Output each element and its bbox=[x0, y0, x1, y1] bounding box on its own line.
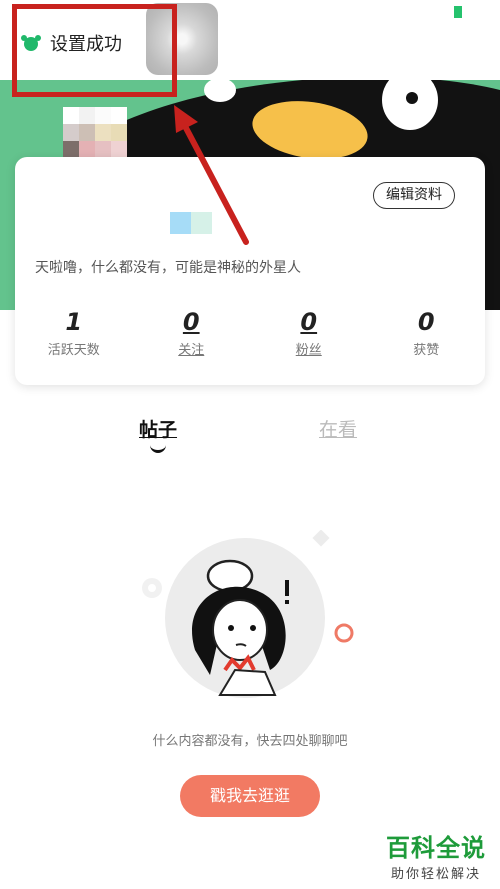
signal-icon bbox=[454, 6, 462, 18]
empty-state-illustration bbox=[142, 530, 354, 698]
stat-label[interactable]: 关注 bbox=[133, 339, 251, 358]
stat-likes: 0 获赞 bbox=[368, 307, 486, 358]
edit-profile-button[interactable]: 编辑资料 bbox=[373, 182, 455, 209]
stat-active-days: 1 活跃天数 bbox=[15, 307, 133, 358]
tab-posts[interactable]: 帖子 bbox=[139, 415, 177, 442]
stat-following[interactable]: 0 关注 bbox=[133, 307, 251, 358]
stat-value: 1 bbox=[65, 308, 83, 336]
profile-card: 编辑资料 天啦噜，什么都没有，可能是神秘的外星人 1 活跃天数 0 关注 0 粉… bbox=[15, 157, 485, 385]
annotation-highlight-box bbox=[12, 4, 177, 97]
watermark-subtitle: 助你轻松解决 bbox=[390, 867, 481, 882]
explore-button[interactable]: 戳我去逛逛 bbox=[180, 775, 320, 817]
username-blurred bbox=[170, 212, 212, 234]
profile-bio: 天啦噜，什么都没有，可能是神秘的外星人 bbox=[35, 260, 301, 276]
watermark-title: 百科全说 bbox=[386, 834, 486, 862]
empty-state-text: 什么内容都没有，快去四处聊聊吧 bbox=[152, 734, 348, 749]
stat-followers[interactable]: 0 粉丝 bbox=[250, 307, 368, 358]
active-tab-indicator bbox=[150, 445, 166, 453]
stat-label: 获赞 bbox=[413, 343, 440, 358]
stat-label[interactable]: 粉丝 bbox=[250, 339, 368, 358]
profile-stats: 1 活跃天数 0 关注 0 粉丝 0 获赞 bbox=[15, 307, 485, 358]
stat-value: 0 bbox=[417, 308, 435, 336]
stat-value[interactable]: 0 bbox=[133, 307, 251, 337]
stat-value[interactable]: 0 bbox=[250, 307, 368, 337]
stat-label: 活跃天数 bbox=[47, 343, 100, 358]
watermark: 百科全说 助你轻松解决 bbox=[386, 828, 486, 882]
content-tabs: 帖子 在看 bbox=[0, 415, 500, 465]
tab-watching[interactable]: 在看 bbox=[319, 415, 357, 442]
